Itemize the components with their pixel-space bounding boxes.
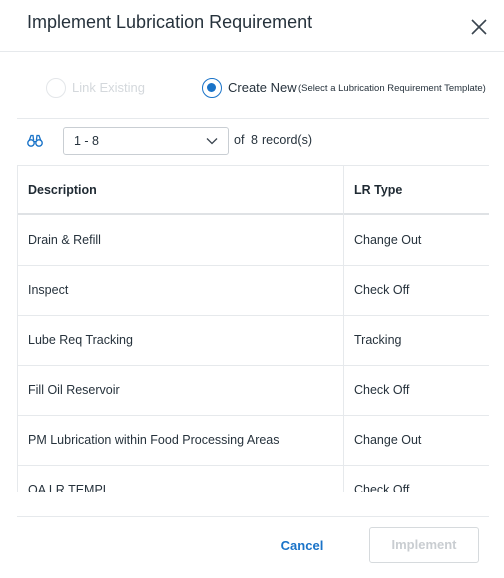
binoculars-icon[interactable]: [27, 134, 43, 148]
divider: [17, 118, 489, 119]
table-row[interactable]: OA LR TEMPL Check Off: [18, 466, 489, 492]
dialog-title: Implement Lubrication Requirement: [27, 12, 313, 32]
link-existing-radio[interactable]: [46, 78, 66, 98]
grid-rows: Drain & Refill Change Out Inspect Check …: [18, 216, 489, 492]
lubrication-template-grid: Description LR Type Drain & Refill Chang…: [17, 165, 489, 492]
cancel-button[interactable]: Cancel: [270, 531, 334, 561]
cell-description: Drain & Refill: [28, 233, 101, 247]
create-new-radio[interactable]: [202, 78, 222, 98]
table-row[interactable]: Lube Req Tracking Tracking: [18, 316, 489, 366]
implement-lubrication-dialog: Implement Lubrication Requirement Link E…: [0, 0, 504, 578]
cell-lr-type: Check Off: [354, 383, 410, 397]
chevron-down-icon: [206, 138, 218, 145]
record-range-value: 1 - 8: [74, 134, 100, 148]
records-label: record(s): [262, 133, 313, 147]
record-range-select[interactable]: 1 - 8: [63, 127, 229, 155]
close-icon: [471, 19, 487, 35]
table-row[interactable]: Inspect Check Off: [18, 266, 489, 316]
cell-lr-type: Check Off: [354, 483, 410, 492]
record-count: 8: [251, 133, 258, 147]
table-row[interactable]: PM Lubrication within Food Processing Ar…: [18, 416, 489, 466]
cell-description: OA LR TEMPL: [28, 483, 110, 492]
cell-lr-type: Check Off: [354, 283, 410, 297]
mode-selector: Link Existing Create New (Select a Lubri…: [0, 70, 504, 106]
table-row[interactable]: Drain & Refill Change Out: [18, 216, 489, 266]
column-header-description[interactable]: Description: [28, 183, 97, 197]
column-header-lr-type[interactable]: LR Type: [354, 183, 402, 197]
close-button[interactable]: [469, 17, 489, 37]
cell-description: Fill Oil Reservoir: [28, 383, 120, 397]
table-row[interactable]: Fill Oil Reservoir Check Off: [18, 366, 489, 416]
cell-description: PM Lubrication within Food Processing Ar…: [28, 433, 280, 447]
cell-lr-type: Change Out: [354, 233, 422, 247]
create-new-label[interactable]: Create New: [228, 80, 297, 95]
implement-button[interactable]: Implement: [369, 527, 479, 563]
cell-lr-type: Tracking: [354, 333, 402, 347]
grid-header: Description LR Type: [18, 165, 489, 215]
link-existing-label: Link Existing: [72, 80, 145, 95]
dialog-header: Implement Lubrication Requirement: [0, 0, 504, 52]
cell-description: Lube Req Tracking: [28, 333, 133, 347]
cell-lr-type: Change Out: [354, 433, 422, 447]
radio-selected-dot: [207, 83, 216, 92]
grid-toolbar: 1 - 8 of 8 record(s): [0, 126, 504, 156]
column-divider[interactable]: [343, 165, 344, 492]
of-label: of: [234, 133, 245, 147]
cell-description: Inspect: [28, 283, 69, 297]
footer-divider: [17, 516, 489, 517]
create-new-hint: (Select a Lubrication Requirement Templa…: [298, 83, 486, 94]
